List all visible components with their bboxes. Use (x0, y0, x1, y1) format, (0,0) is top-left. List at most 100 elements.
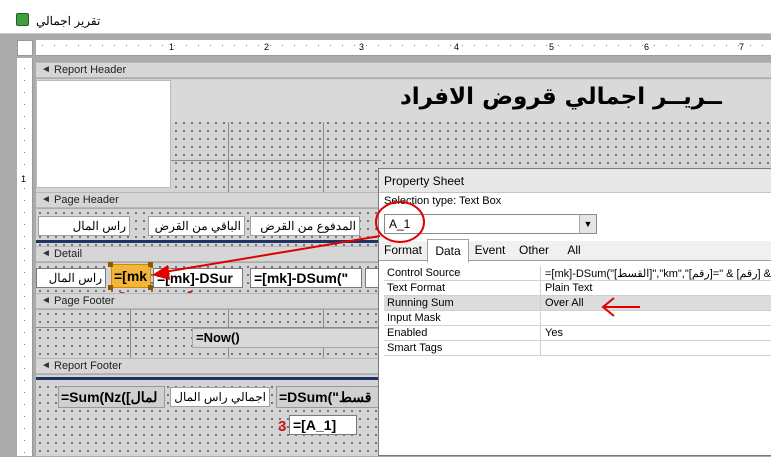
ruler-number: 5 (549, 42, 555, 52)
ruler-tick: · (23, 100, 26, 109)
ruler-tick: · (113, 41, 116, 50)
property-value[interactable]: Over All (545, 297, 584, 309)
report-title[interactable]: ــريــر اجمالي قروض الافراد (400, 84, 722, 110)
property-value[interactable]: =[mk]-DSum("[القسط]","km","[رقم]=" & [رق… (545, 267, 771, 280)
property-row-enabled[interactable]: Enabled Yes (384, 326, 771, 341)
ruler-tick: · (125, 41, 128, 50)
ruler-tick: · (425, 41, 428, 50)
ruler-tick: · (23, 280, 26, 289)
remaining-dsum-field[interactable]: =[mk]-DSur (153, 268, 243, 288)
section-collapse-icon: ◄ (41, 64, 51, 75)
ruler-corner-selector[interactable] (17, 40, 33, 56)
paid-column-label[interactable]: المدفوع من القرض (250, 216, 360, 236)
grid-line (130, 310, 131, 358)
ruler-tick: · (413, 41, 416, 50)
ruler-tick: · (281, 41, 284, 50)
ruler-tick: · (101, 41, 104, 50)
ruler-tick: · (701, 41, 704, 50)
ruler-tick: · (269, 41, 272, 50)
resize-handle[interactable] (148, 262, 153, 267)
property-name: Input Mask (387, 312, 441, 324)
ruler-tick: · (749, 41, 752, 50)
ruler-tick: · (23, 232, 26, 241)
ruler-tick: · (461, 41, 464, 50)
property-name: Enabled (387, 327, 428, 339)
horizontal-ruler[interactable]: 1 2 3 4 5 6 7 · · · · · · · · · · · · · · · · · · · · · · · · · ·… (36, 40, 771, 56)
total-capital-label[interactable]: اجمالي راس المال (170, 387, 270, 407)
logo-placeholder[interactable] (36, 80, 171, 188)
property-value[interactable]: Yes (545, 327, 563, 339)
control-selector-dropdown[interactable]: A_1 ▼ (384, 214, 597, 234)
report-icon (16, 13, 29, 26)
ruler-tick: · (173, 41, 176, 50)
report-header-bar[interactable]: ◄ Report Header (36, 62, 771, 78)
a1-total-field[interactable]: =[A_1] (289, 415, 357, 435)
property-sheet-title-bar[interactable]: Property Sheet (379, 169, 771, 193)
ruler-tick: · (521, 41, 524, 50)
a1-selected-field[interactable]: =[mk (111, 264, 151, 288)
ruler-tick: · (209, 41, 212, 50)
tab-format[interactable]: Format (382, 241, 424, 260)
ruler-tick: · (509, 41, 512, 50)
sum-capital-field[interactable]: =Sum(Nz([لمال (58, 386, 165, 408)
chevron-down-icon[interactable]: ▼ (579, 215, 596, 233)
resize-handle[interactable] (108, 285, 113, 290)
ruler-tick: · (449, 41, 452, 50)
ruler-tick: · (23, 400, 26, 409)
ruler-tick: · (377, 41, 380, 50)
ruler-tick: · (23, 412, 26, 421)
ruler-tick: · (221, 41, 224, 50)
ruler-tick: · (293, 41, 296, 50)
tab-other[interactable]: Other (513, 241, 555, 260)
ruler-tick: · (23, 160, 26, 169)
resize-handle[interactable] (108, 262, 113, 267)
ruler-tick: · (23, 208, 26, 217)
dsum-installment-field[interactable]: =DSum("قسط (276, 386, 381, 408)
paid-dsum-field[interactable]: =[mk]-DSum(" (250, 268, 362, 288)
ruler-tick: · (617, 41, 620, 50)
tab-event[interactable]: Event (471, 241, 509, 260)
ruler-tick: · (23, 268, 26, 277)
ruler-tick: · (713, 41, 716, 50)
property-row-text-format[interactable]: Text Format Plain Text (384, 281, 771, 296)
now-field[interactable]: =Now() (192, 328, 381, 348)
tab-all[interactable]: All (559, 241, 589, 260)
section-label: Detail (54, 248, 83, 260)
vertical-ruler[interactable]: 1 · · · · · · · · · · · · · · · · · · · · · · · · · · · · · · · · · (17, 58, 33, 457)
capital-column-label[interactable]: راس المال (38, 216, 130, 236)
ruler-tick: · (365, 41, 368, 50)
section-label: Page Footer (54, 295, 115, 307)
capital-field[interactable]: راس المال (36, 268, 106, 288)
ruler-tick: · (23, 304, 26, 313)
ruler-tick: · (533, 41, 536, 50)
ruler-tick: · (605, 41, 608, 50)
ruler-tick: · (23, 388, 26, 397)
ruler-tick: · (23, 124, 26, 133)
property-row-control-source[interactable]: Control Source =[mk]-DSum("[القسط]","km"… (384, 266, 771, 281)
ruler-tick: · (305, 41, 308, 50)
ruler-tick: · (353, 41, 356, 50)
ruler-tick: · (23, 136, 26, 145)
ruler-tick: · (401, 41, 404, 50)
ruler-tick: · (545, 41, 548, 50)
ruler-tick: · (23, 172, 26, 181)
ruler-tick: · (23, 112, 26, 121)
property-value[interactable]: Plain Text (545, 282, 593, 294)
remaining-column-label[interactable]: الباقي من القرض (148, 216, 245, 236)
property-name: Smart Tags (387, 342, 443, 354)
ruler-tick: · (185, 41, 188, 50)
property-row-input-mask[interactable]: Input Mask (384, 311, 771, 326)
property-row-running-sum[interactable]: Running Sum Over All (384, 296, 771, 311)
tab-data[interactable]: Data (427, 239, 469, 263)
ruler-tick: · (317, 41, 320, 50)
property-sheet-panel[interactable]: Property Sheet Selection type: Text Box … (378, 168, 771, 456)
property-name: Running Sum (387, 297, 454, 309)
property-row-smart-tags[interactable]: Smart Tags (384, 341, 771, 356)
header-divider-line (36, 240, 381, 243)
ruler-tick: · (557, 41, 560, 50)
grid-line (323, 122, 324, 192)
section-label: Report Footer (54, 360, 122, 372)
ruler-tick: · (593, 41, 596, 50)
ruler-number: 4 (454, 42, 460, 52)
ruler-tick: · (641, 41, 644, 50)
